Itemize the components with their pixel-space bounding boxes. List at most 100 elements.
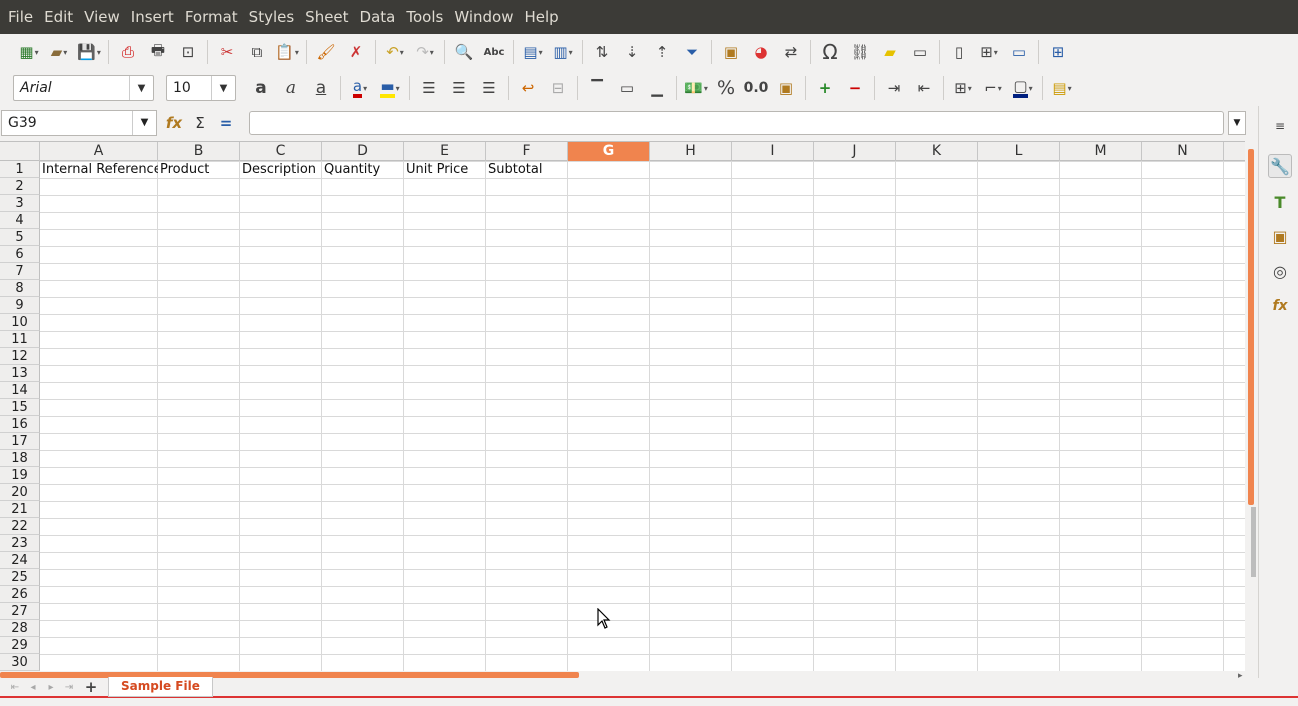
borders-icon[interactable]: ⊞ ▾ — [948, 74, 978, 102]
cell-a1[interactable]: Internal Reference — [40, 161, 158, 178]
center-vertically-icon[interactable]: ▭ — [612, 74, 642, 102]
font-color-icon[interactable]: a ▾ — [345, 74, 375, 102]
menu-tools[interactable]: Tools — [402, 0, 447, 34]
sort-descending-icon[interactable]: ⇡ — [647, 38, 677, 66]
border-color-icon[interactable]: ▢ ▾ — [1008, 74, 1038, 102]
function-wizard-icon[interactable]: fx — [164, 112, 184, 134]
column-header-b[interactable]: B — [158, 142, 240, 161]
first-sheet-icon[interactable]: ⇤ — [6, 682, 24, 693]
chevron-down-icon[interactable]: ▼ — [129, 76, 153, 100]
redo-icon[interactable]: ↷ ▾ — [410, 38, 440, 66]
row-header[interactable]: 19 — [0, 467, 40, 484]
underline-icon[interactable]: a — [306, 74, 336, 102]
cell-e1[interactable]: Unit Price — [404, 161, 486, 178]
currency-format-icon[interactable]: 💵 ▾ — [681, 74, 711, 102]
cell-d1[interactable]: Quantity — [322, 161, 404, 178]
row-header[interactable]: 14 — [0, 382, 40, 399]
menu-styles[interactable]: Styles — [245, 0, 299, 34]
menu-sheet[interactable]: Sheet — [301, 0, 352, 34]
date-format-icon[interactable]: ▣ — [771, 74, 801, 102]
copy-icon[interactable]: ⧉ — [242, 38, 272, 66]
row-header[interactable]: 13 — [0, 365, 40, 382]
number-format-icon[interactable]: 0.0 — [741, 74, 771, 102]
row-header[interactable]: 1 — [0, 161, 40, 178]
save-icon[interactable]: 💾 ▾ — [74, 38, 104, 66]
special-character-icon[interactable]: Ω — [815, 38, 845, 66]
align-center-icon[interactable]: ☰ — [444, 74, 474, 102]
add-decimal-icon[interactable]: + — [810, 74, 840, 102]
properties-icon[interactable]: 🔧 — [1268, 154, 1292, 178]
row-header[interactable]: 27 — [0, 603, 40, 620]
font-name-combobox[interactable]: Arial ▼ — [13, 75, 154, 101]
row-icon[interactable]: ▤ ▾ — [518, 38, 548, 66]
insert-chart-icon[interactable]: ◕ — [746, 38, 776, 66]
row-header[interactable]: 11 — [0, 331, 40, 348]
cut-icon[interactable]: ✂ — [212, 38, 242, 66]
headers-footers-icon[interactable]: ▭ — [905, 38, 935, 66]
increase-indent-icon[interactable]: ⇥ — [879, 74, 909, 102]
row-header[interactable]: 8 — [0, 280, 40, 297]
column-header-c[interactable]: C — [240, 142, 322, 161]
column-header-g[interactable]: G — [568, 142, 650, 161]
navigator-icon[interactable]: ◎ — [1268, 259, 1292, 283]
clone-formatting-icon[interactable]: 🖌 — [311, 38, 341, 66]
print-preview-icon[interactable]: ⊡ — [173, 38, 203, 66]
gallery-icon[interactable]: ▣ — [1268, 224, 1292, 248]
column-header-k[interactable]: K — [896, 142, 978, 161]
row-header[interactable]: 25 — [0, 569, 40, 586]
row-header[interactable]: 4 — [0, 212, 40, 229]
column-header-d[interactable]: D — [322, 142, 404, 161]
new-document-icon[interactable]: ▦ ▾ — [14, 38, 44, 66]
define-print-area-icon[interactable]: ▯ — [944, 38, 974, 66]
show-draw-functions-icon[interactable]: ⊞ — [1043, 38, 1073, 66]
cell-b1[interactable]: Product — [158, 161, 240, 178]
row-header[interactable]: 28 — [0, 620, 40, 637]
formula-input[interactable] — [249, 111, 1224, 135]
functions-icon[interactable]: fx — [1268, 294, 1292, 318]
row-header[interactable]: 10 — [0, 314, 40, 331]
row-header[interactable]: 29 — [0, 637, 40, 654]
italic-icon[interactable]: a — [276, 74, 306, 102]
column-header-j[interactable]: J — [814, 142, 896, 161]
decrease-indent-icon[interactable]: ⇤ — [909, 74, 939, 102]
sort-ascending-icon[interactable]: ⇣ — [617, 38, 647, 66]
column-header-f[interactable]: F — [486, 142, 568, 161]
freeze-rows-columns-icon[interactable]: ⊞ ▾ — [974, 38, 1004, 66]
row-header[interactable]: 2 — [0, 178, 40, 195]
row-header[interactable]: 23 — [0, 535, 40, 552]
split-window-icon[interactable]: ▭ — [1004, 38, 1034, 66]
column-header-l[interactable]: L — [978, 142, 1060, 161]
vertical-scroll-thumb[interactable] — [1248, 149, 1254, 505]
menu-window[interactable]: Window — [450, 0, 517, 34]
paste-icon[interactable]: 📋 ▾ — [272, 38, 302, 66]
find-replace-icon[interactable]: 🔍 — [449, 38, 479, 66]
menu-insert[interactable]: Insert — [127, 0, 178, 34]
font-size-combobox[interactable]: 10 ▼ — [166, 75, 236, 101]
hyperlink-icon[interactable]: ⛓ — [845, 38, 875, 66]
pivot-table-icon[interactable]: ⇄ — [776, 38, 806, 66]
menu-help[interactable]: Help — [520, 0, 562, 34]
align-right-icon[interactable]: ☰ — [474, 74, 504, 102]
column-header-h[interactable]: H — [650, 142, 732, 161]
cell-f1[interactable]: Subtotal — [486, 161, 568, 178]
row-header[interactable]: 5 — [0, 229, 40, 246]
row-header[interactable]: 7 — [0, 263, 40, 280]
print-icon[interactable]: 🖶 — [143, 38, 173, 66]
align-bottom-icon[interactable]: ▁ — [642, 74, 672, 102]
autofilter-icon[interactable]: ⏷ — [677, 38, 707, 66]
last-sheet-icon[interactable]: ⇥ — [60, 682, 78, 693]
row-header[interactable]: 30 — [0, 654, 40, 671]
row-header[interactable]: 16 — [0, 416, 40, 433]
menu-edit[interactable]: Edit — [40, 0, 77, 34]
undo-icon[interactable]: ↶ ▾ — [380, 38, 410, 66]
vertical-scrollbar[interactable] — [1245, 141, 1258, 671]
row-header[interactable]: 26 — [0, 586, 40, 603]
row-header[interactable]: 24 — [0, 552, 40, 569]
row-header[interactable]: 22 — [0, 518, 40, 535]
clear-formatting-icon[interactable]: ✗ — [341, 38, 371, 66]
formula-icon[interactable]: = — [216, 112, 236, 134]
column-header-m[interactable]: M — [1060, 142, 1142, 161]
add-sheet-icon[interactable]: + — [78, 678, 104, 696]
cell-area[interactable] — [40, 161, 1245, 671]
sidebar-menu-icon[interactable]: ≡ — [1268, 114, 1292, 138]
